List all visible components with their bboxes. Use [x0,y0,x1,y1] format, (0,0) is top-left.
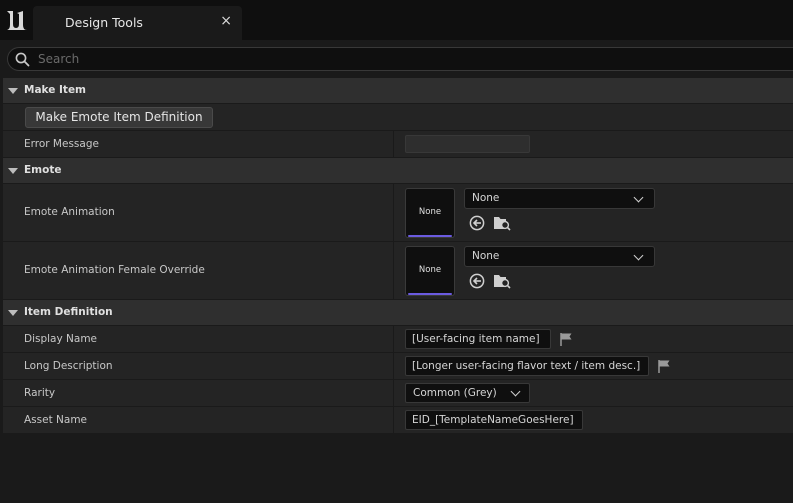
error-message-field [405,135,530,153]
localization-flag-icon[interactable] [559,332,573,346]
property-label: Emote Animation [24,206,115,218]
category-item-definition[interactable]: Item Definition [3,300,793,326]
localization-flag-icon[interactable] [657,359,671,373]
tab-bar: Design Tools × [0,0,793,40]
details-panel: Make Item Make Emote Item Definition Err… [0,40,793,503]
collapse-arrow-icon[interactable] [8,88,18,94]
search-input[interactable] [38,51,738,67]
make-item-row: Make Emote Item Definition [3,104,793,131]
close-icon[interactable]: × [220,13,232,29]
collapse-arrow-icon[interactable] [8,168,18,174]
column-divider[interactable] [393,407,394,433]
asset-name-input[interactable]: EID_[TemplateNameGoesHere] [405,410,583,430]
dropdown-value: None [472,250,500,262]
property-label: Display Name [24,333,98,345]
property-label: Rarity [24,387,56,399]
make-emote-item-definition-button[interactable]: Make Emote Item Definition [25,107,213,128]
category-make-item[interactable]: Make Item [3,78,793,104]
emote-animation-dropdown[interactable]: None [464,188,655,209]
column-divider[interactable] [393,326,394,352]
column-divider[interactable] [393,184,394,241]
chevron-down-icon [510,386,521,397]
use-selected-asset-icon[interactable] [469,273,485,289]
thumbnail-label: None [418,207,442,217]
column-divider[interactable] [393,353,394,379]
column-divider[interactable] [393,242,394,299]
property-row-error-message: Error Message [3,131,793,158]
rarity-dropdown[interactable]: Common (Grey) [405,383,530,403]
asset-thumbnail[interactable]: None [405,188,455,238]
collapse-arrow-icon[interactable] [8,310,18,316]
property-row-emote-animation: Emote Animation None None [3,184,793,242]
property-row-display-name: Display Name [User-facing item name] [3,326,793,353]
property-list: Make Item Make Emote Item Definition Err… [3,78,793,434]
search-icon [15,52,30,67]
property-label: Error Message [24,138,99,150]
tab-title: Design Tools [65,15,143,30]
column-divider[interactable] [393,131,394,157]
browse-asset-icon[interactable] [493,215,511,231]
dropdown-value: None [472,192,500,204]
category-emote[interactable]: Emote [3,158,793,184]
property-label: Asset Name [24,414,88,426]
use-selected-asset-icon[interactable] [469,215,485,231]
property-label: Long Description [24,360,113,372]
category-label: Make Item [24,84,87,96]
long-description-input[interactable]: [Longer user-facing flavor text / item d… [405,356,649,376]
property-row-emote-animation-female: Emote Animation Female Override None Non… [3,242,793,300]
chevron-down-icon [633,250,644,261]
category-label: Item Definition [24,306,113,318]
search-bar [7,47,793,71]
property-row-rarity: Rarity Common (Grey) [3,380,793,407]
property-row-long-description: Long Description [Longer user-facing fla… [3,353,793,380]
tab-design-tools[interactable]: Design Tools × [33,6,242,40]
asset-thumbnail[interactable]: None [405,246,455,296]
browse-asset-icon[interactable] [493,273,511,289]
property-label: Emote Animation Female Override [24,264,205,276]
property-row-asset-name: Asset Name EID_[TemplateNameGoesHere] [3,407,793,434]
chevron-down-icon [633,192,644,203]
asset-type-bar [408,293,452,295]
unreal-logo-icon [7,11,27,30]
asset-type-bar [408,235,452,237]
column-divider[interactable] [393,380,394,406]
display-name-input[interactable]: [User-facing item name] [405,329,551,349]
emote-animation-female-dropdown[interactable]: None [464,246,655,267]
dropdown-value: Common (Grey) [413,387,497,399]
category-label: Emote [24,164,62,176]
thumbnail-label: None [418,265,442,275]
